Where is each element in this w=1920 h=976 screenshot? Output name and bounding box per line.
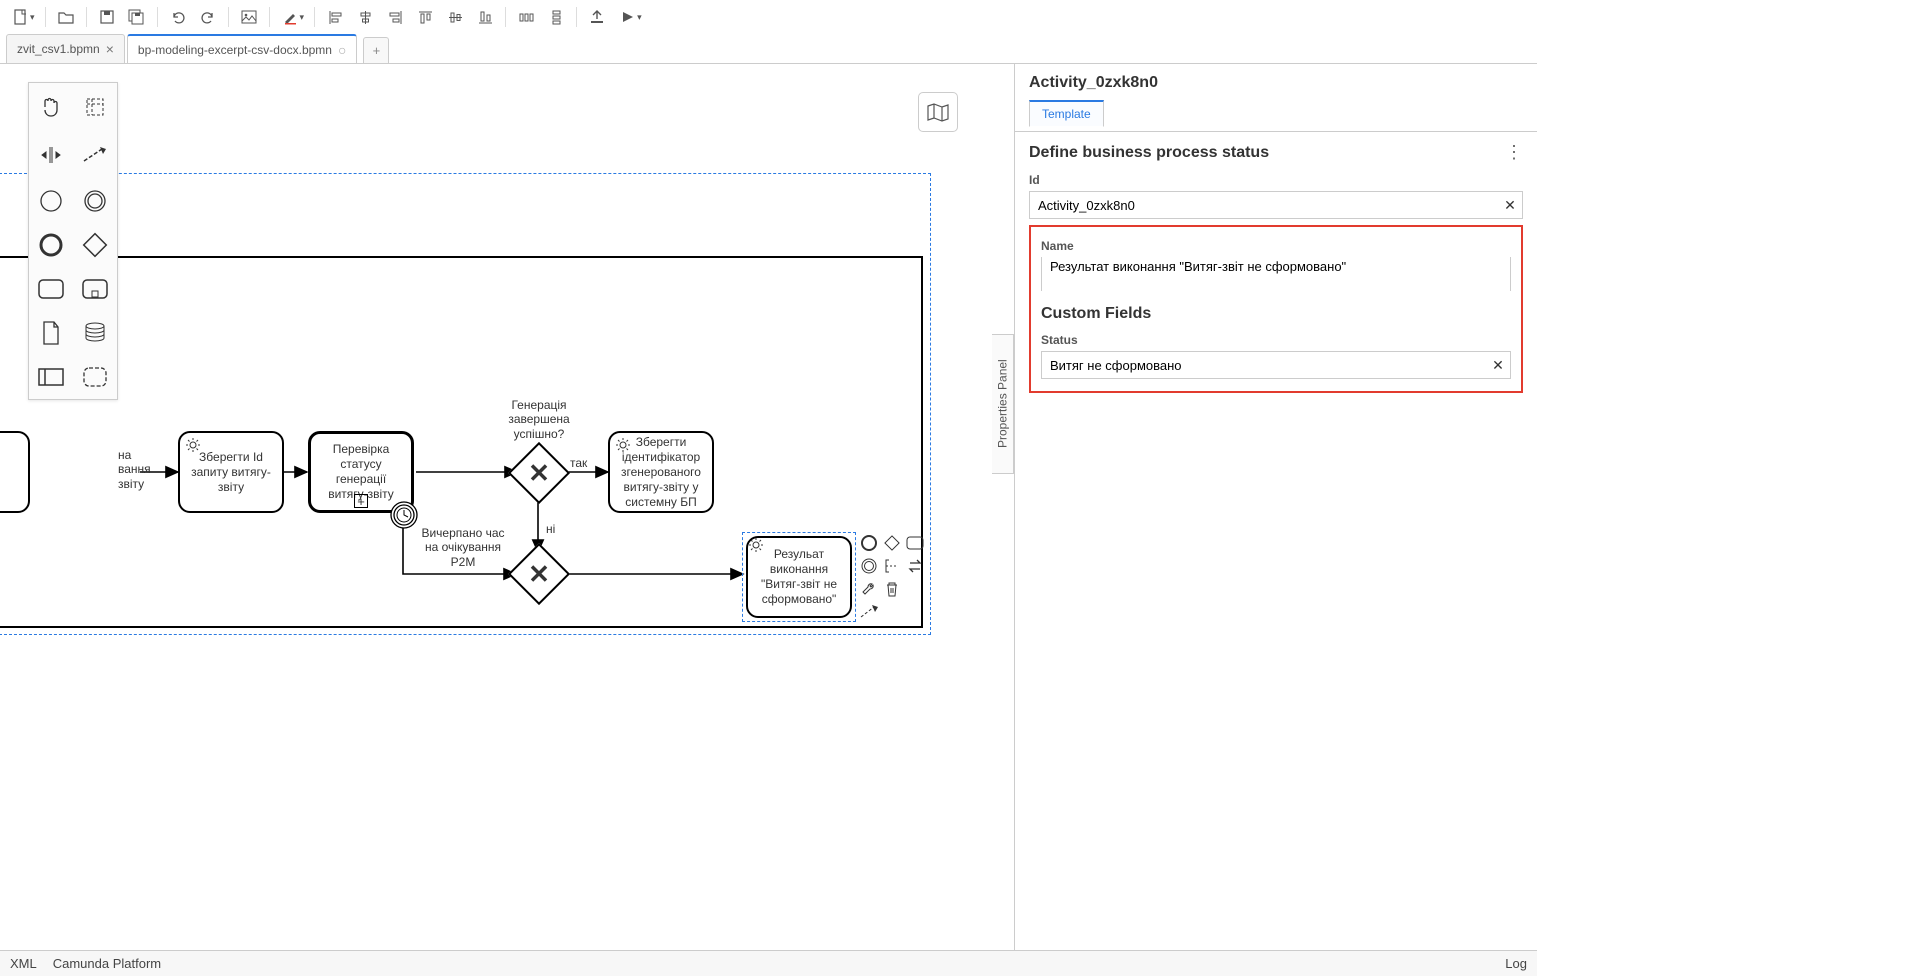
ctx-gateway[interactable] bbox=[881, 532, 903, 554]
ctx-spacer bbox=[904, 578, 926, 600]
top-toolbar: ▾ ▾ ▾ bbox=[0, 0, 1537, 34]
gateway-merge[interactable]: ✕ bbox=[517, 552, 561, 596]
ctx-task[interactable] bbox=[904, 532, 926, 554]
template-tab[interactable]: Template bbox=[1029, 100, 1104, 127]
ctx-intermediate-event[interactable] bbox=[858, 555, 880, 577]
bpmn-canvas[interactable]: ним на вання звіту Зберегти Id запиту ви… bbox=[0, 64, 1014, 950]
tab-zvit[interactable]: zvit_csv1.bpmn × bbox=[6, 34, 125, 63]
task-result-selection: Резульат виконання "Витяг-звіт не сформо… bbox=[742, 532, 856, 622]
connect-tool[interactable] bbox=[73, 131, 117, 179]
section-title: Define business process status bbox=[1029, 144, 1269, 162]
color-dropdown-caret[interactable]: ▾ bbox=[300, 12, 305, 23]
datastore-tool[interactable] bbox=[73, 311, 117, 355]
image-export-button[interactable] bbox=[235, 3, 263, 31]
section-menu-icon[interactable]: ⋮ bbox=[1505, 142, 1523, 163]
name-label: Name bbox=[1041, 239, 1511, 253]
task-save-id[interactable]: Зберегти Id запиту витягу-звіту bbox=[178, 431, 284, 513]
tab-strip: zvit_csv1.bpmn × bp-modeling-excerpt-csv… bbox=[0, 34, 1537, 64]
label-yes: так bbox=[570, 456, 587, 470]
align-middle-button[interactable] bbox=[441, 3, 469, 31]
open-button[interactable] bbox=[52, 3, 80, 31]
ctx-connect[interactable] bbox=[858, 601, 880, 623]
close-icon[interactable]: × bbox=[106, 41, 114, 57]
undo-button[interactable] bbox=[164, 3, 192, 31]
lasso-tool[interactable] bbox=[73, 83, 117, 131]
participant-tool[interactable] bbox=[29, 355, 73, 399]
properties-panel-toggle[interactable]: Properties Panel bbox=[992, 334, 1014, 474]
gear-icon bbox=[615, 437, 631, 453]
status-input-wrap: ✕ bbox=[1041, 351, 1511, 379]
status-label: Status bbox=[1041, 333, 1511, 347]
end-event-tool[interactable] bbox=[29, 223, 73, 267]
callactivity-tool[interactable] bbox=[73, 267, 117, 311]
label-left: на вання звіту bbox=[118, 448, 160, 491]
ctx-wrench[interactable] bbox=[858, 578, 880, 600]
custom-fields-title: Custom Fields bbox=[1041, 305, 1151, 323]
task-result[interactable]: Резульат виконання "Витяг-звіт не сформо… bbox=[746, 536, 852, 618]
group-tool[interactable] bbox=[73, 355, 117, 399]
highlighted-region: Name Результат виконання "Витяг-звіт не … bbox=[1029, 225, 1523, 393]
element-id-title: Activity_0zxk8n0 bbox=[1029, 74, 1523, 92]
align-top-button[interactable] bbox=[411, 3, 439, 31]
dataobject-tool[interactable] bbox=[29, 311, 73, 355]
id-input[interactable] bbox=[1030, 192, 1498, 218]
new-dropdown-caret[interactable]: ▾ bbox=[30, 12, 35, 23]
task-tool[interactable] bbox=[29, 267, 73, 311]
tab-bp-modeling[interactable]: bp-modeling-excerpt-csv-docx.bpmn ○ bbox=[127, 34, 358, 63]
align-bottom-button[interactable] bbox=[471, 3, 499, 31]
align-left-button[interactable] bbox=[321, 3, 349, 31]
intermediate-event-tool[interactable] bbox=[73, 179, 117, 223]
status-platform[interactable]: Camunda Platform bbox=[53, 956, 161, 971]
distribute-h-button[interactable] bbox=[512, 3, 540, 31]
save-all-button[interactable] bbox=[123, 3, 151, 31]
name-input[interactable]: Результат виконання "Витяг-звіт не сформ… bbox=[1042, 253, 1510, 295]
redo-button[interactable] bbox=[194, 3, 222, 31]
id-input-wrap: ✕ bbox=[1029, 191, 1523, 219]
clear-icon[interactable]: ✕ bbox=[1486, 357, 1510, 374]
status-log[interactable]: Log bbox=[1505, 956, 1527, 971]
ctx-annotation[interactable] bbox=[881, 555, 903, 577]
tool-palette bbox=[28, 82, 118, 400]
status-input[interactable] bbox=[1042, 352, 1486, 378]
gear-icon bbox=[748, 537, 764, 553]
tab-label: bp-modeling-excerpt-csv-docx.bpmn bbox=[138, 43, 332, 57]
task-store-id[interactable]: Зберегти ідентифікатор згенерованого вит… bbox=[608, 431, 714, 513]
align-right-button[interactable] bbox=[381, 3, 409, 31]
deploy-button[interactable] bbox=[583, 3, 611, 31]
properties-panel: Properties Panel Activity_0zxk8n0 Templa… bbox=[1014, 64, 1537, 950]
gateway-tool[interactable] bbox=[73, 223, 117, 267]
timer-boundary-event[interactable] bbox=[389, 500, 419, 530]
task-prev[interactable]: ним bbox=[0, 431, 30, 513]
id-label: Id bbox=[1029, 173, 1523, 187]
status-bar: XML Camunda Platform Log bbox=[0, 950, 1537, 976]
save-button[interactable] bbox=[93, 3, 121, 31]
ctx-delete[interactable] bbox=[881, 578, 903, 600]
task-label: Перевірка статусу генерації витягу-звіту bbox=[315, 442, 407, 502]
timer-label: Вичерпано час на очікування P2M bbox=[418, 526, 508, 569]
subprocess-marker: + bbox=[354, 494, 368, 508]
task-label: Резульат виконання "Витяг-звіт не сформо… bbox=[752, 547, 846, 607]
run-dropdown-caret[interactable]: ▾ bbox=[637, 12, 642, 23]
ctx-end-event[interactable] bbox=[858, 532, 880, 554]
task-label: Зберегти Id запиту витягу-звіту bbox=[184, 450, 278, 495]
label-no: ні bbox=[546, 522, 555, 536]
hand-tool[interactable] bbox=[29, 83, 73, 131]
dirty-icon: ○ bbox=[338, 42, 346, 58]
tab-label: zvit_csv1.bpmn bbox=[17, 42, 100, 56]
gear-icon bbox=[185, 437, 201, 453]
status-xml[interactable]: XML bbox=[10, 956, 37, 971]
gateway-success[interactable]: ✕ bbox=[517, 451, 561, 495]
space-tool[interactable] bbox=[29, 131, 73, 179]
ctx-change-type[interactable] bbox=[904, 555, 926, 577]
name-input-wrap: Результат виконання "Витяг-звіт не сформ… bbox=[1041, 257, 1511, 291]
distribute-v-button[interactable] bbox=[542, 3, 570, 31]
clear-icon[interactable]: ✕ bbox=[1498, 197, 1522, 214]
minimap-toggle[interactable] bbox=[918, 92, 958, 132]
context-pad bbox=[858, 532, 930, 623]
bpmn-pool: ним на вання звіту Зберегти Id запиту ви… bbox=[0, 174, 930, 634]
align-center-button[interactable] bbox=[351, 3, 379, 31]
gateway-label: Генерація завершена успішно? bbox=[494, 398, 584, 441]
add-tab-button[interactable]: + bbox=[363, 37, 389, 63]
start-event-tool[interactable] bbox=[29, 179, 73, 223]
